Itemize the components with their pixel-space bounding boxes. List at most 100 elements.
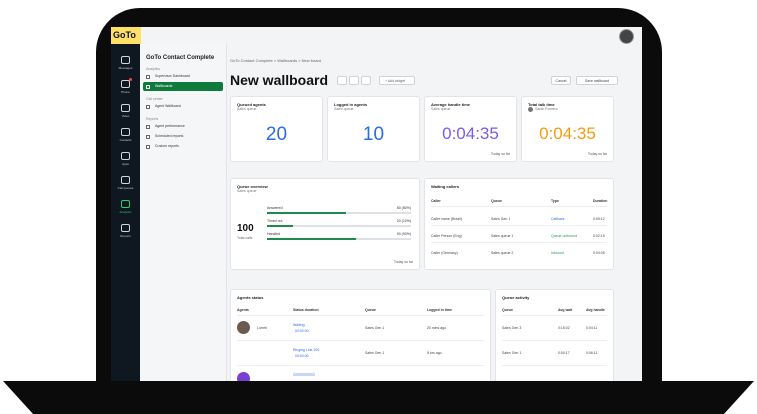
bar-label: Timed out bbox=[267, 219, 283, 223]
status-duration: 00:00:00 bbox=[295, 329, 309, 333]
edit-icon[interactable] bbox=[337, 76, 347, 85]
duplicate-icon[interactable] bbox=[349, 76, 359, 85]
agent-name[interactable]: Lorrell bbox=[257, 326, 267, 330]
column-header: Status duration bbox=[293, 308, 319, 312]
avatar bbox=[237, 372, 250, 381]
divider bbox=[502, 315, 607, 316]
column-header: Avg handle bbox=[586, 308, 605, 312]
queue-icon bbox=[121, 176, 130, 184]
bar-value: 90 (90%) bbox=[396, 232, 411, 236]
rail-item-analytics[interactable]: Analytics bbox=[111, 196, 140, 220]
table-cell: 0:04:05 bbox=[593, 251, 605, 255]
divider bbox=[431, 225, 607, 226]
sidenav-item-wallboards[interactable]: Wallboards bbox=[143, 82, 223, 91]
app-screen: GoTo Messages Phone Video Contacts Apps … bbox=[111, 27, 642, 381]
analytics-icon bbox=[121, 200, 130, 208]
sidenav-section: Analytics bbox=[146, 67, 161, 71]
call-type-badge: Inbound bbox=[551, 251, 564, 255]
report-icon bbox=[146, 144, 150, 149]
kpi-value: 0:04:35 bbox=[539, 124, 596, 143]
card-subtitle: Sarah Romero bbox=[535, 107, 558, 111]
sidenav-item-custom-reports[interactable]: Custom reports bbox=[143, 142, 223, 151]
bar-label: Handled bbox=[267, 232, 281, 236]
share-icon[interactable] bbox=[361, 76, 371, 85]
divider bbox=[502, 365, 607, 366]
divider bbox=[431, 242, 607, 243]
kpi-card-queued-agents[interactable]: Queued agents Sales queue 20 bbox=[230, 96, 323, 162]
app-rail: Messages Phone Video Contacts Apps Call … bbox=[111, 44, 140, 381]
column-header: Agents bbox=[237, 308, 249, 312]
table-cell: Caller Person (Eng) bbox=[431, 234, 462, 238]
kpi-value: 20 bbox=[265, 124, 288, 145]
kpi-value: 0:04:35 bbox=[442, 124, 499, 143]
bar-fill bbox=[267, 225, 293, 227]
rail-item-call-queues[interactable]: Call queues bbox=[111, 172, 140, 196]
sidenav-item-agent-performance[interactable]: Agent performance bbox=[143, 122, 223, 131]
table-cell: Sales queue 2 bbox=[491, 251, 514, 255]
kpi-card-logged-in-agents[interactable]: Logged in agents Sales queue 10 bbox=[327, 96, 420, 162]
cancel-button[interactable]: Cancel bbox=[551, 76, 571, 85]
table-cell: Sales Gen 1 bbox=[365, 326, 385, 330]
column-header: Queue bbox=[502, 308, 513, 312]
table-cell: 0:04:11 bbox=[586, 326, 598, 330]
card-title: Queue activity bbox=[502, 295, 530, 300]
sidenav-item-agent-wallboard[interactable]: Agent Wallboard bbox=[143, 102, 223, 111]
agent-status bbox=[293, 373, 315, 376]
sidenav-section: Reports bbox=[146, 117, 159, 121]
agent-status: Waiting bbox=[293, 323, 305, 327]
column-header: Queue bbox=[491, 199, 502, 203]
sidenav-item-scheduled-reports[interactable]: Scheduled reports bbox=[143, 132, 223, 141]
rail-item-apps[interactable]: Apps bbox=[111, 148, 140, 172]
wallboard-icon bbox=[146, 84, 150, 89]
agent-icon bbox=[146, 104, 150, 109]
table-cell: 5 hrs ago bbox=[427, 351, 442, 355]
calendar-icon bbox=[146, 134, 150, 139]
rail-item-messages[interactable]: Messages bbox=[111, 52, 140, 76]
card-subtitle: Sales queue bbox=[431, 107, 451, 111]
agents-status-card[interactable]: Agents status Agents Status duration Que… bbox=[230, 289, 491, 381]
divider bbox=[237, 315, 484, 316]
breadcrumb[interactable]: GoTo Contact Complete > Wallboards > New… bbox=[230, 58, 321, 63]
time-range-link[interactable]: Today so far bbox=[588, 152, 607, 156]
column-header: Queue bbox=[365, 308, 376, 312]
divider bbox=[237, 365, 484, 366]
total-calls-label: Total calls bbox=[237, 236, 253, 240]
time-range-link[interactable]: Today so far bbox=[394, 260, 413, 264]
kpi-card-average-handle-time[interactable]: Average handle time Sales queue 0:04:35 … bbox=[424, 96, 517, 162]
table-cell: Sales Gen 1 bbox=[365, 351, 385, 355]
table-cell: 0:00:17 bbox=[558, 351, 570, 355]
kpi-card-total-talk-time[interactable]: Total talk time Sarah Romero 0:04:35 Tod… bbox=[521, 96, 614, 162]
user-avatar[interactable] bbox=[619, 29, 634, 44]
bar-label: Answered bbox=[267, 206, 283, 210]
message-icon bbox=[121, 56, 130, 64]
bar-track bbox=[267, 238, 411, 240]
sidenav-item-supervisor-dashboard[interactable]: Supervisor Dashboard bbox=[143, 72, 223, 81]
agent-status: Ringing Line 100 bbox=[293, 348, 320, 352]
side-navigation: GoTo Contact Complete Analytics Supervis… bbox=[140, 44, 227, 381]
reports-icon bbox=[121, 224, 130, 232]
rail-item-reports[interactable]: Reports bbox=[111, 220, 140, 244]
page-title: New wallboard bbox=[230, 72, 329, 88]
kpi-value: 10 bbox=[362, 124, 385, 145]
waiting-callers-card[interactable]: Waiting callers Caller Queue Type Durati… bbox=[424, 178, 614, 270]
rail-item-contacts[interactable]: Contacts bbox=[111, 124, 140, 148]
bar-track bbox=[267, 225, 411, 227]
total-calls-value: 100 bbox=[237, 223, 254, 234]
table-cell: Sales queue 1 bbox=[491, 234, 514, 238]
status-duration: 00:00:00 bbox=[295, 354, 309, 358]
avatar bbox=[528, 107, 533, 112]
sidenav-section: Call center bbox=[146, 97, 163, 101]
time-range-link[interactable]: Today so far bbox=[491, 152, 510, 156]
call-type-badge: Queue outbound bbox=[551, 234, 578, 238]
dashboard-icon bbox=[146, 74, 150, 79]
card-subtitle: Sales queue bbox=[334, 107, 354, 111]
save-wallboard-button[interactable]: Save wallboard bbox=[576, 76, 618, 85]
card-title: Waiting callers bbox=[431, 184, 460, 189]
queue-overview-card[interactable]: Queue overview Sales queue 100 Total cal… bbox=[230, 178, 420, 270]
queue-activity-card[interactable]: Queue activity Queue Avg wait Avg handle… bbox=[495, 289, 614, 381]
bar-fill bbox=[267, 238, 357, 240]
rail-item-phone[interactable]: Phone bbox=[111, 76, 140, 100]
apps-icon bbox=[121, 152, 130, 160]
rail-item-video[interactable]: Video bbox=[111, 100, 140, 124]
table-cell: Sales Gen 1 bbox=[502, 351, 522, 355]
